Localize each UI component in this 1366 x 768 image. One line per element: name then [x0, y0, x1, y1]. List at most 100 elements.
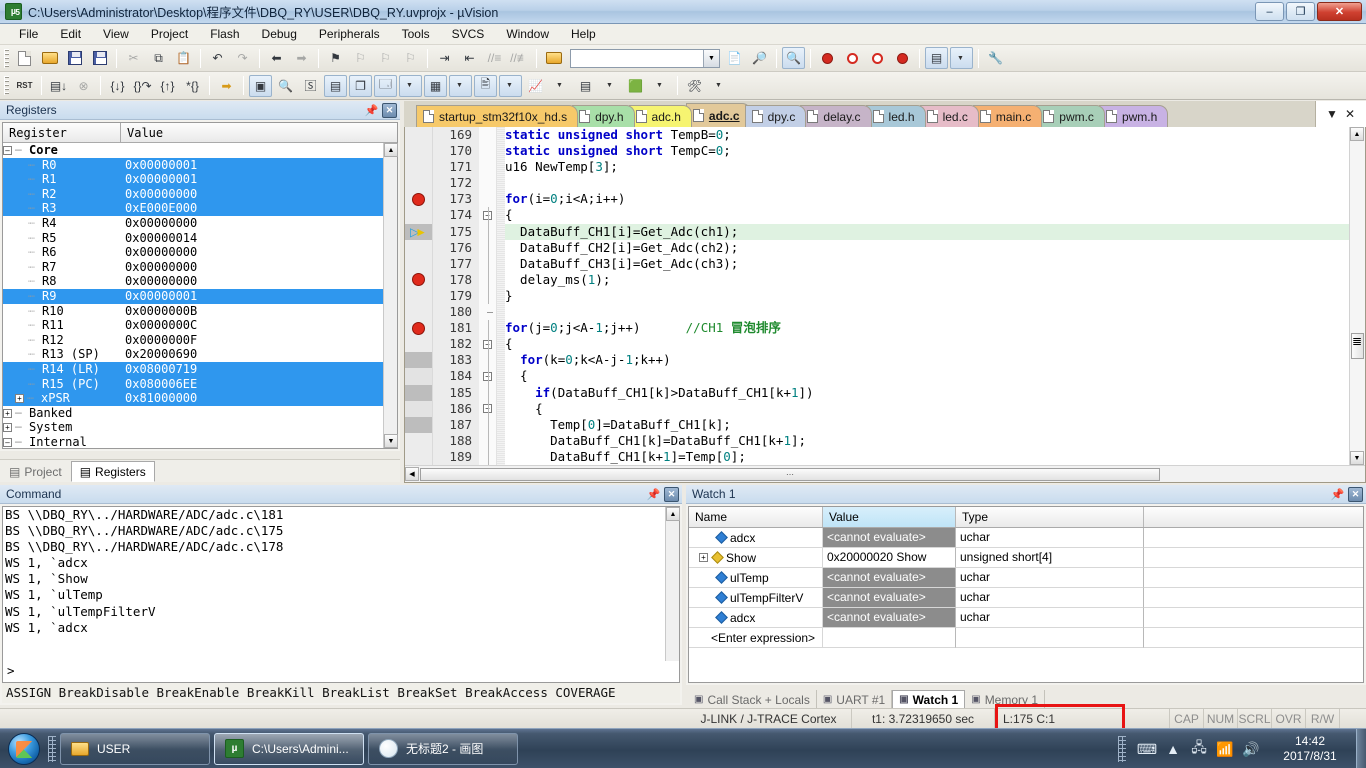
debug-tab-watch-1[interactable]: ▣ Watch 1: [892, 690, 966, 709]
fold-cell[interactable]: [479, 384, 496, 401]
watch-row[interactable]: ulTemp <cannot evaluate> uchar: [689, 568, 1363, 588]
fold-cell[interactable]: [479, 304, 496, 320]
register-row[interactable]: ┈ R4 0x00000000: [3, 216, 383, 231]
code-line[interactable]: {: [505, 401, 1349, 417]
expander-icon[interactable]: +: [3, 408, 12, 418]
pin-icon[interactable]: 📌: [646, 487, 661, 502]
scroll-thumb[interactable]: ⋯: [420, 467, 1160, 481]
gutter-cell[interactable]: [405, 304, 432, 320]
find-in-files-icon[interactable]: 📄: [723, 47, 746, 69]
code-folding-gutter[interactable]: − − − −: [479, 127, 497, 465]
code-editor[interactable]: ▷ ► 169 170 171 172 173 174 175 176 177 178 179 180 1…: [404, 127, 1366, 483]
code-line[interactable]: if(DataBuff_CH1[k]>DataBuff_CH1[k+1]): [505, 385, 1349, 401]
taskbar-item-user[interactable]: USER: [60, 732, 210, 765]
code-line[interactable]: DataBuff_CH3[i]=Get_Adc(ch3);: [505, 256, 1349, 272]
watch-value-cell[interactable]: [823, 628, 956, 648]
code-line[interactable]: }: [505, 288, 1349, 304]
breakpoint-marker[interactable]: [405, 320, 432, 336]
gutter-cell[interactable]: [405, 175, 432, 191]
fold-cell[interactable]: [479, 159, 496, 175]
code-line[interactable]: DataBuff_CH1[k]=DataBuff_CH1[k+1];: [505, 433, 1349, 449]
new-file-icon[interactable]: [13, 47, 36, 69]
gutter-cell[interactable]: [405, 352, 432, 369]
watch-name-cell[interactable]: adcx: [689, 608, 823, 628]
menu-peripherals[interactable]: Peripherals: [308, 25, 391, 43]
tray-grip[interactable]: [1118, 736, 1126, 762]
keyboard-icon[interactable]: ⌨: [1134, 736, 1160, 762]
fold-cell[interactable]: −: [479, 336, 496, 353]
volume-icon[interactable]: 🔊: [1238, 736, 1264, 762]
command-vertical-scrollbar[interactable]: ▲ ▼: [665, 507, 680, 680]
watch-value-cell[interactable]: <cannot evaluate>: [823, 588, 956, 608]
reset-cpu-icon[interactable]: RST: [13, 75, 36, 97]
scroll-down-icon[interactable]: ▼: [1350, 451, 1364, 465]
fold-cell[interactable]: [479, 255, 496, 272]
register-row[interactable]: ┈ R9 0x00000001: [3, 288, 383, 304]
code-line[interactable]: static unsigned short TempB=0;: [505, 127, 1349, 143]
comment-icon[interactable]: //≡: [483, 47, 506, 69]
register-row[interactable]: ┈ R2 0x00000000: [3, 186, 383, 202]
outdent-icon[interactable]: ⇤: [458, 47, 481, 69]
kill-all-breakpoints-icon[interactable]: [891, 47, 914, 69]
code-line[interactable]: for(i=0;i<A;i++): [505, 191, 1349, 207]
navigate-forward-icon[interactable]: ➡: [290, 47, 313, 69]
breakpoint-gutter[interactable]: ▷ ►: [405, 127, 433, 465]
tab-overflow-icon[interactable]: ▼: [1323, 107, 1341, 121]
scroll-down-icon[interactable]: ▼: [384, 434, 398, 448]
start-button[interactable]: [0, 730, 48, 768]
menu-svcs[interactable]: SVCS: [441, 25, 496, 43]
watch-table[interactable]: Name Value Type adcx <cannot evaluate> uch…: [688, 506, 1364, 683]
next-bookmark-icon[interactable]: ⚐: [374, 47, 397, 69]
code-line[interactable]: DataBuff_CH2[i]=Get_Adc(ch2);: [505, 240, 1349, 256]
fold-cell[interactable]: [479, 175, 496, 191]
register-row[interactable]: ┈ R14 (LR) 0x08000719: [3, 361, 383, 377]
watch-name-cell[interactable]: adcx: [689, 528, 823, 548]
minimize-button[interactable]: –: [1255, 2, 1284, 21]
gutter-cell[interactable]: [405, 416, 432, 433]
register-row[interactable]: ┈ R8 0x00000000: [3, 274, 383, 289]
register-group-internal[interactable]: – ─ Internal: [3, 435, 383, 448]
save-all-icon[interactable]: [88, 47, 111, 69]
register-row[interactable]: ┈ R1 0x00000001: [3, 172, 383, 187]
chevron-down-icon[interactable]: ▼: [549, 75, 572, 97]
chevron-down-icon[interactable]: ▼: [499, 74, 522, 97]
gutter-cell[interactable]: [405, 449, 432, 465]
fold-cell[interactable]: [479, 416, 496, 433]
editor-tabstrip[interactable]: startup_stm32f10x_hd.s dpy.h adc.h adc.c dpy…: [404, 101, 1366, 127]
close-icon[interactable]: ✕: [664, 486, 679, 502]
watch-windows-icon[interactable]: 🗔: [374, 74, 397, 97]
taskbar-grip[interactable]: [48, 735, 56, 762]
fold-cell[interactable]: [479, 320, 496, 337]
watch-enter-expression[interactable]: <Enter expression>: [689, 628, 823, 648]
registers-window-icon[interactable]: ▤: [324, 74, 347, 97]
show-hidden-icons-icon[interactable]: ▲: [1160, 736, 1186, 762]
step-over-icon[interactable]: {}↷: [131, 75, 154, 97]
open-project-icon[interactable]: [542, 47, 565, 69]
indent-icon[interactable]: ⇥: [433, 47, 456, 69]
column-header-value[interactable]: Value: [121, 123, 397, 142]
call-stack-window-icon[interactable]: ❐: [349, 74, 372, 97]
editor-tab-adc-h[interactable]: adc.h: [628, 105, 692, 127]
code-line[interactable]: {: [505, 207, 1349, 223]
register-row[interactable]: ┈ R7 0x00000000: [3, 260, 383, 275]
gutter-cell[interactable]: [405, 384, 432, 401]
prev-bookmark-icon[interactable]: ⚐: [349, 47, 372, 69]
watch-value-cell[interactable]: <cannot evaluate>: [823, 568, 956, 588]
breakpoint-marker[interactable]: [405, 191, 432, 207]
scroll-left-icon[interactable]: ◀: [405, 467, 419, 481]
cut-icon[interactable]: ✂: [122, 47, 145, 69]
gutter-cell[interactable]: [405, 143, 432, 159]
fold-cell[interactable]: [479, 448, 496, 465]
register-row[interactable]: ┈ R12 0x0000000F: [3, 333, 383, 348]
tab-close-icon[interactable]: ✕: [1341, 107, 1359, 121]
fold-cell[interactable]: [479, 239, 496, 256]
chevron-down-icon[interactable]: ▼: [708, 75, 731, 97]
taskbar-item-paint[interactable]: 无标题2 - 画图: [368, 732, 518, 765]
pin-icon[interactable]: 📌: [364, 103, 379, 118]
register-row[interactable]: ┈ R5 0x00000014: [3, 231, 383, 246]
fold-cell[interactable]: −: [479, 400, 496, 417]
expander-icon[interactable]: –: [3, 437, 12, 447]
code-text[interactable]: static unsigned short TempB=0; static uns…: [505, 127, 1349, 465]
current-statement-marker[interactable]: ▷ ►: [405, 223, 432, 240]
system-viewer-icon[interactable]: 🟩: [624, 75, 647, 97]
